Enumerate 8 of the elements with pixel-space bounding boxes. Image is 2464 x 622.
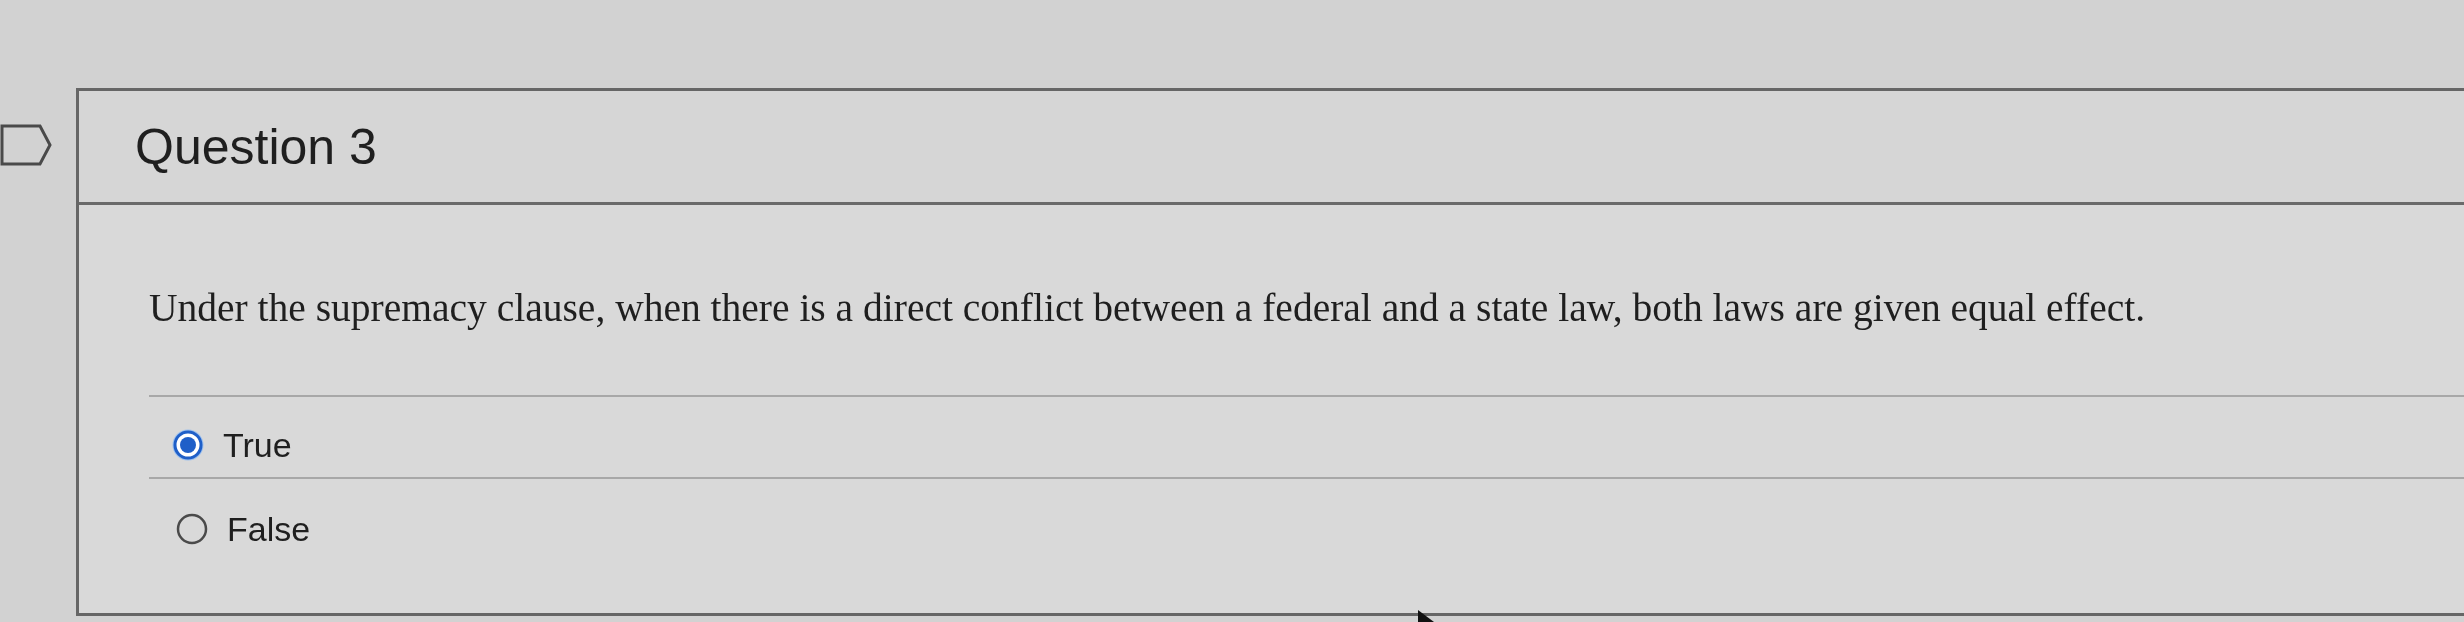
- flag-icon[interactable]: [0, 124, 52, 166]
- option-label[interactable]: False: [227, 512, 311, 546]
- question-text: Under the supremacy clause, when there is a direct conflict between a federal and a state law, both laws are given equal effect.: [149, 285, 2147, 331]
- option-label[interactable]: True: [223, 428, 292, 462]
- radio-button[interactable]: [175, 512, 209, 546]
- question-title: Question 3: [135, 121, 377, 172]
- cursor-icon: [1418, 610, 1434, 622]
- radio-button[interactable]: [171, 428, 205, 462]
